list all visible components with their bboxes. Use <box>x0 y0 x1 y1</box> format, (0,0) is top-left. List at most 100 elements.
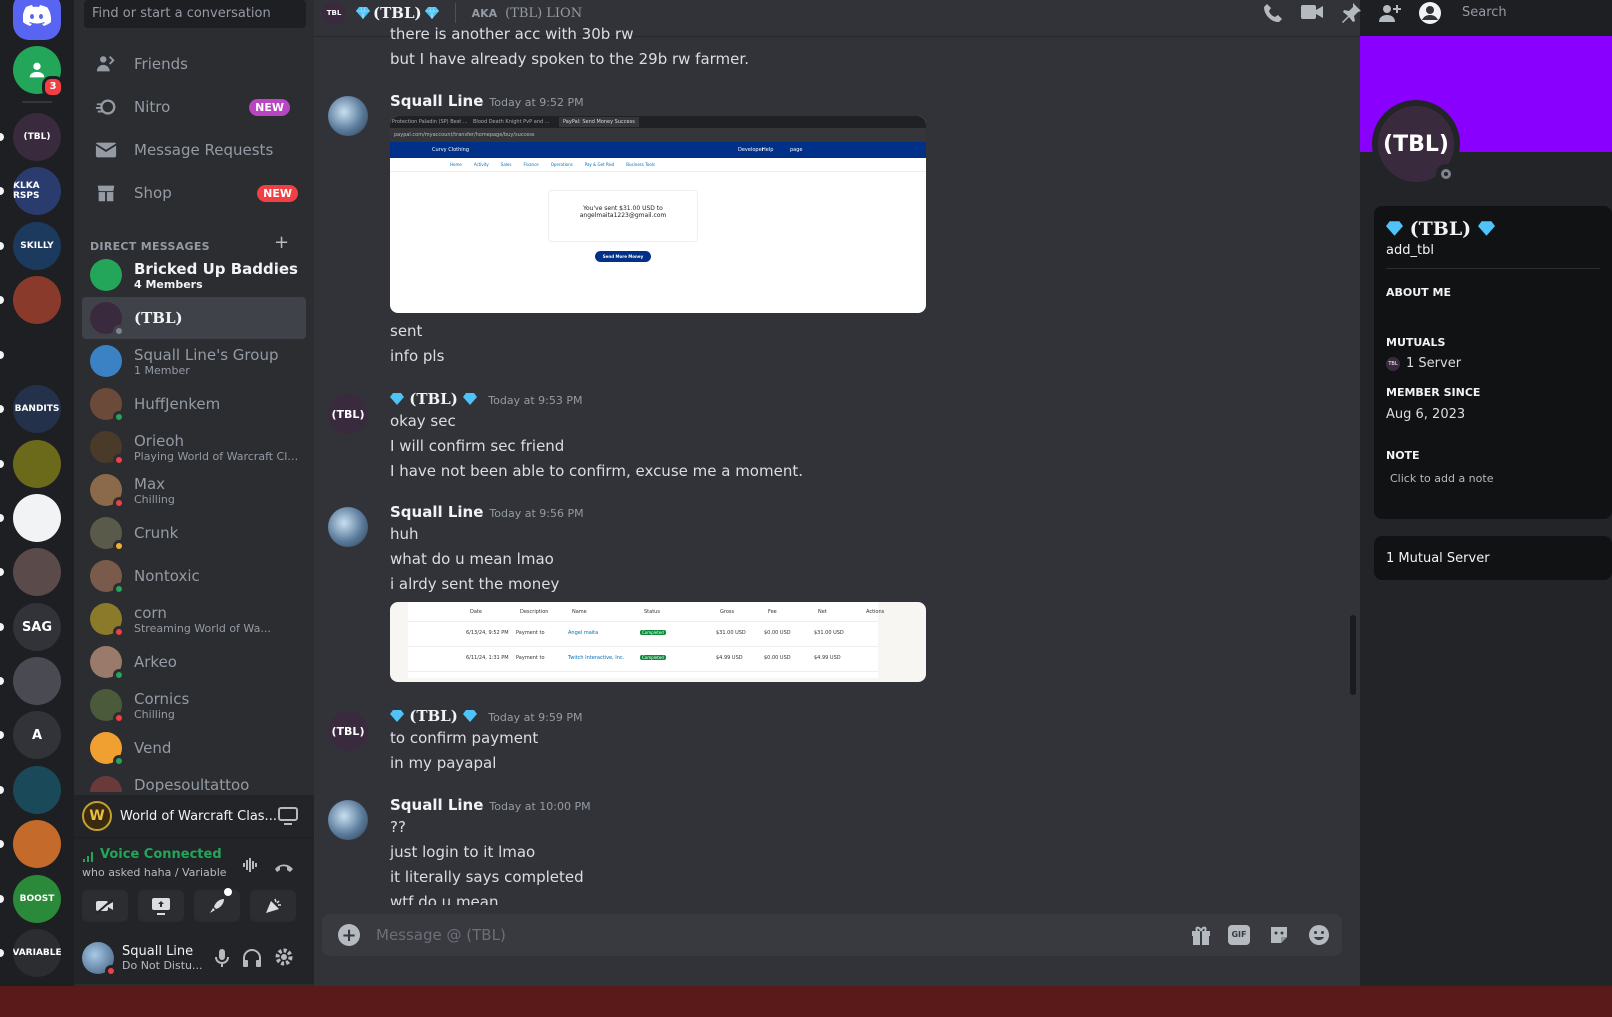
browser-tab: Protection Paladin (SP) Best ... <box>392 119 467 125</box>
gift-icon[interactable] <box>1190 924 1212 950</box>
server-icon[interactable] <box>13 820 61 868</box>
soundboard-button[interactable] <box>250 890 296 922</box>
mutual-servers-link[interactable]: TBL 1 Server <box>1386 356 1461 371</box>
server-icon[interactable] <box>13 766 61 814</box>
server-icon[interactable]: BOOST <box>13 875 61 923</box>
microphone-icon[interactable] <box>214 948 230 972</box>
voice-status[interactable]: Voice Connected <box>100 847 222 862</box>
mutual-servers-button[interactable]: 1 Mutual Server <box>1374 536 1612 580</box>
activities-button[interactable] <box>194 888 240 922</box>
envelope-icon <box>90 141 122 159</box>
camera-off-button[interactable] <box>82 890 128 922</box>
screenshare-button[interactable] <box>138 890 184 922</box>
dm-name: Dopesoultattoo <box>134 776 250 792</box>
dm-text: Cornics Chilling <box>134 690 189 721</box>
create-dm-plus-icon[interactable]: + <box>274 232 289 253</box>
nav-shop-label: Shop <box>134 184 172 202</box>
dm-item[interactable]: Orieoh Playing World of Warcraft Cla... <box>82 426 306 468</box>
attach-plus-icon[interactable]: + <box>338 924 360 946</box>
tx-cell-desc: Payment to <box>516 630 545 636</box>
dm-item[interactable]: Bricked Up Baddies 4 Members <box>82 254 306 296</box>
author-name[interactable]: Squall Line <box>390 92 483 110</box>
video-call-icon[interactable] <box>1300 3 1324 25</box>
author-avatar[interactable] <box>328 800 368 840</box>
paypal-screenshot-attachment[interactable]: Protection Paladin (SP) Best ... Blood D… <box>390 116 926 313</box>
headphones-icon[interactable] <box>242 948 262 972</box>
mutual-servers-text: 1 Mutual Server <box>1386 551 1490 566</box>
server-icon[interactable] <box>13 440 61 488</box>
server-icon[interactable]: (TBL) <box>13 113 61 161</box>
author-avatar[interactable] <box>328 96 368 136</box>
dm-item[interactable]: Dopesoultattoo <box>82 770 306 792</box>
timestamp: Today at 9:56 PM <box>489 507 584 520</box>
settings-gear-icon[interactable] <box>274 947 294 971</box>
message-text: wtf do u mean <box>390 893 499 905</box>
dm-item[interactable]: Crunk <box>82 512 306 554</box>
transactions-screenshot-attachment[interactable]: Date Description Name Status Gross Fee Net Acti… <box>390 602 926 682</box>
noise-suppression-icon[interactable] <box>242 856 260 878</box>
dm-item[interactable]: corn Streaming World of Wa... <box>82 598 306 640</box>
chat-scrollbar[interactable] <box>1350 615 1356 695</box>
paypal-nav-item: Pay & Get Paid <box>584 162 615 167</box>
nav-shop[interactable]: Shop NEW <box>82 172 306 214</box>
dm-item[interactable]: HuffJenkem <box>82 383 306 425</box>
browser-tabstrip: Protection Paladin (SP) Best ... Blood D… <box>390 116 926 128</box>
server-icon[interactable]: VARIABLE <box>13 929 61 977</box>
message-input[interactable]: Message @ (TBL) <box>376 926 1136 944</box>
nav-message-requests[interactable]: Message Requests <box>82 129 306 171</box>
voice-channel[interactable]: who asked haha / Variable <box>82 866 227 879</box>
unread-pip <box>0 405 4 413</box>
server-icon[interactable] <box>13 657 61 705</box>
author-avatar[interactable]: (TBL) <box>328 394 368 434</box>
dm-item[interactable]: Max Chilling <box>82 469 306 511</box>
server-icon[interactable]: SAG <box>13 603 61 651</box>
emoji-icon[interactable] <box>1308 924 1330 950</box>
home-button[interactable] <box>13 0 61 40</box>
tx-cell-net: $4.99 USD <box>814 655 841 661</box>
sticker-icon[interactable] <box>1268 924 1290 950</box>
dm-item[interactable]: Vend <box>82 727 306 769</box>
nav-friends[interactable]: Friends <box>82 43 306 85</box>
dm-item[interactable]: Squall Line's Group 1 Member <box>82 340 306 382</box>
author-avatar[interactable] <box>328 507 368 547</box>
user-avatar[interactable] <box>82 942 117 977</box>
dm-item[interactable]: Nontoxic <box>82 555 306 597</box>
activity-bar[interactable]: W World of Warcraft Clas... <box>74 795 314 837</box>
presence-dot <box>113 669 125 681</box>
presence-dot <box>113 497 125 509</box>
unread-pip <box>0 460 4 468</box>
server-icon[interactable]: BANDITS <box>13 385 61 433</box>
server-icon[interactable] <box>13 276 61 324</box>
user-profile-toggle-icon[interactable] <box>1418 1 1442 29</box>
server-icon[interactable]: A <box>13 711 61 759</box>
dm-item[interactable]: Arkeo <box>82 641 306 683</box>
server-icon[interactable]: KLKA RSPS <box>13 167 61 215</box>
author-name[interactable]: (TBL) <box>409 390 458 408</box>
add-friends-to-dm-icon[interactable] <box>1378 2 1402 28</box>
nav-nitro[interactable]: Nitro NEW <box>82 86 306 128</box>
gif-button[interactable]: GIF <box>1228 925 1250 945</box>
dm-item[interactable]: Cornics Chilling <box>82 684 306 726</box>
author-name[interactable]: Squall Line <box>390 503 483 521</box>
server-icon[interactable]: SKILLY <box>13 222 61 270</box>
author-avatar[interactable]: (TBL) <box>328 711 368 751</box>
conversation-search[interactable]: Find or start a conversation <box>84 0 306 28</box>
tx-table: Date Description Name Status Gross Fee Net Acti… <box>408 602 884 678</box>
note-input[interactable]: Click to add a note <box>1390 472 1493 485</box>
server-icon[interactable] <box>13 494 61 542</box>
message-placeholder: Message @ (TBL) <box>376 926 506 944</box>
profile-avatar[interactable]: (TBL) <box>1372 100 1460 188</box>
disconnect-icon[interactable] <box>274 858 294 877</box>
server-icon[interactable] <box>13 331 61 379</box>
unread-pip <box>0 786 4 794</box>
mutual-count: 1 Server <box>1406 356 1462 371</box>
dm-subtext: 1 Member <box>134 363 190 377</box>
author-name[interactable]: Squall Line <box>390 796 483 814</box>
server-icon[interactable] <box>13 548 61 596</box>
stream-screen-icon[interactable] <box>278 807 298 829</box>
user-info[interactable]: Squall Line Do Not Distu... <box>122 944 203 972</box>
tx-rows: 6/13/24, 9:52 PM Payment to Angel maita Com… <box>408 622 878 672</box>
dm-item[interactable]: (TBL) <box>82 297 306 339</box>
header-search[interactable]: Search <box>1456 0 1612 26</box>
author-name[interactable]: (TBL) <box>409 707 458 725</box>
